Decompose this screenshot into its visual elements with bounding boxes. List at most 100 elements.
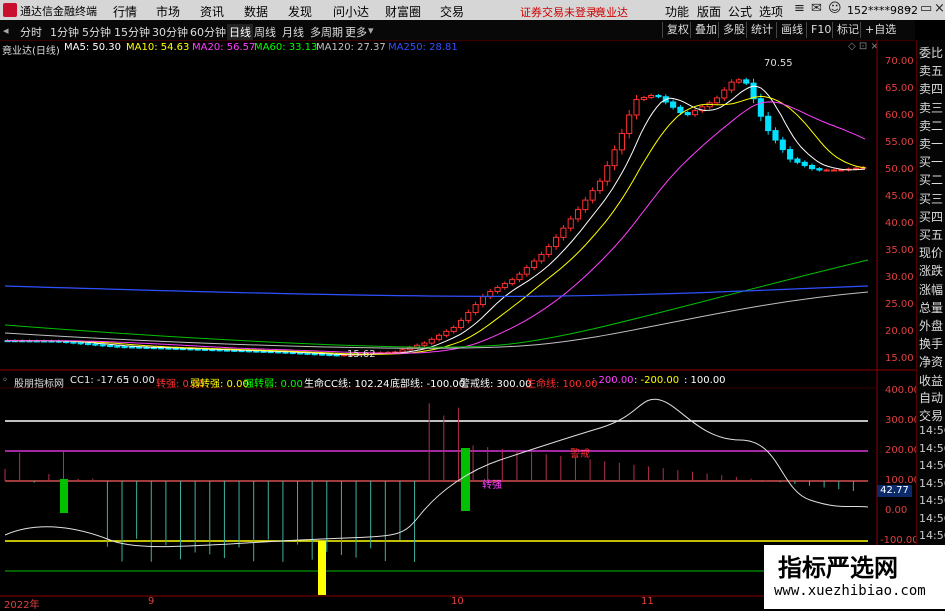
price-tick-8: 30.00: [885, 272, 914, 283]
side-item-25[interactable]: 14:56: [919, 494, 945, 507]
candle-body: [494, 287, 501, 292]
candle-body: [574, 209, 582, 220]
kline-chart[interactable]: [0, 0, 945, 609]
candle-body: [282, 351, 289, 354]
candle-body: [757, 98, 764, 117]
side-item-14: 总量: [919, 300, 944, 315]
side-item-6: 买一: [919, 155, 944, 170]
side-item-21[interactable]: 14:56: [919, 424, 945, 437]
side-item-22[interactable]: 14:56: [919, 442, 945, 455]
candle-body: [77, 342, 84, 345]
side-item-16: 换手: [919, 337, 944, 352]
turn-strong-mark: 转强: [482, 480, 502, 491]
candle-body: [538, 253, 545, 262]
price-tick-5: 45.00: [885, 191, 914, 202]
side-item-20[interactable]: 交易: [919, 407, 943, 424]
candle-body: [70, 341, 77, 344]
candle-body: [311, 353, 318, 356]
price-tick-7: 35.00: [885, 245, 914, 256]
side-item-27[interactable]: 14:56: [919, 529, 945, 542]
candle-body: [765, 115, 772, 132]
candle-body: [838, 169, 845, 172]
right-quote-panel: 委比 卖五 卖四 卖三 卖二 卖一 买一 买二 买三 买四 买五 现价 涨跌 涨幅 总量 外盘 换手 净资 收益 自动…: [916, 40, 945, 609]
candle-body: [106, 344, 114, 347]
weak-to-strong-bar: [318, 541, 326, 595]
side-item-13: 涨幅: [919, 282, 944, 297]
side-item-3: 卖三: [919, 100, 944, 115]
candle-body: [633, 98, 640, 116]
low-price-label: 15.62: [347, 349, 376, 360]
strong-signal-bar: [461, 448, 470, 511]
candle-body: [443, 330, 450, 336]
candle-body: [253, 350, 260, 353]
candle-body: [604, 165, 611, 182]
candle-body: [245, 350, 252, 353]
side-item-0: 委比: [919, 46, 944, 60]
price-tick-2: 60.00: [885, 110, 914, 121]
candle-body: [509, 279, 516, 285]
candle-body: [677, 106, 684, 114]
candle-body: [457, 319, 465, 328]
candle-body: [472, 304, 479, 313]
side-item-5: 卖一: [919, 137, 944, 151]
side-item-1: 卖五: [919, 64, 944, 79]
candle-body: [421, 342, 428, 346]
candle-body: [830, 169, 838, 172]
candle-body: [289, 352, 296, 355]
candle-body: [84, 342, 92, 345]
candle-body: [640, 96, 647, 100]
warning-mark: 警戒: [570, 449, 590, 460]
side-item-7: 买二: [919, 173, 944, 188]
watermark-url: www.xuezhibiao.com: [774, 583, 926, 599]
candle-body: [92, 343, 99, 346]
candle-body: [523, 267, 530, 275]
candle-body: [655, 95, 662, 98]
candle-body: [553, 236, 560, 248]
candle-body: [787, 149, 794, 160]
date-label-sep: 9: [148, 596, 155, 607]
candle-body: [333, 354, 340, 357]
price-tick-10: 20.00: [885, 326, 914, 337]
high-price-label: 70.55: [764, 58, 793, 69]
candle-body: [531, 260, 538, 269]
candle-body: [326, 354, 333, 357]
candle-body: [596, 180, 604, 192]
candle-body: [852, 167, 859, 170]
candle-body: [750, 82, 757, 100]
candle-body: [648, 95, 655, 98]
candle-body: [297, 352, 304, 355]
candle-body: [626, 114, 633, 134]
side-item-8: 买三: [919, 191, 944, 206]
candle-body: [501, 283, 508, 289]
candle-body: [128, 346, 135, 349]
candle-body: [582, 199, 589, 211]
indicator-current-value: 42.77: [877, 485, 912, 497]
ma-line: [5, 85, 866, 356]
side-item-24[interactable]: 14:56: [919, 477, 945, 490]
candle-body: [684, 112, 691, 116]
side-item-26[interactable]: 14:56: [919, 512, 945, 525]
side-item-9: 买四: [919, 209, 944, 224]
side-item-18: 收益: [919, 373, 944, 388]
side-item-17: 净资: [919, 355, 944, 370]
candle-body: [99, 344, 106, 347]
candle-body: [450, 326, 457, 332]
watermark-title: 指标严选网: [778, 554, 898, 582]
candle-body: [428, 338, 435, 344]
candle-body: [465, 311, 472, 321]
price-tick-0: 70.00: [885, 56, 914, 67]
date-label-oct: 10: [451, 596, 464, 607]
side-item-23[interactable]: 14:56: [919, 459, 945, 472]
indicator-tick-1: 300.00: [885, 415, 920, 426]
side-item-12: 涨跌: [919, 264, 944, 279]
candle-body: [194, 348, 201, 351]
strong-to-weak-bar: [60, 479, 68, 513]
candle-body: [816, 168, 823, 171]
candle-body: [165, 347, 172, 350]
candle-body: [479, 296, 487, 306]
side-item-19[interactable]: 自动: [919, 389, 943, 406]
candle-body: [589, 190, 596, 201]
price-tick-6: 40.00: [885, 218, 914, 229]
candle-body: [670, 101, 677, 108]
candle-body: [779, 139, 786, 151]
